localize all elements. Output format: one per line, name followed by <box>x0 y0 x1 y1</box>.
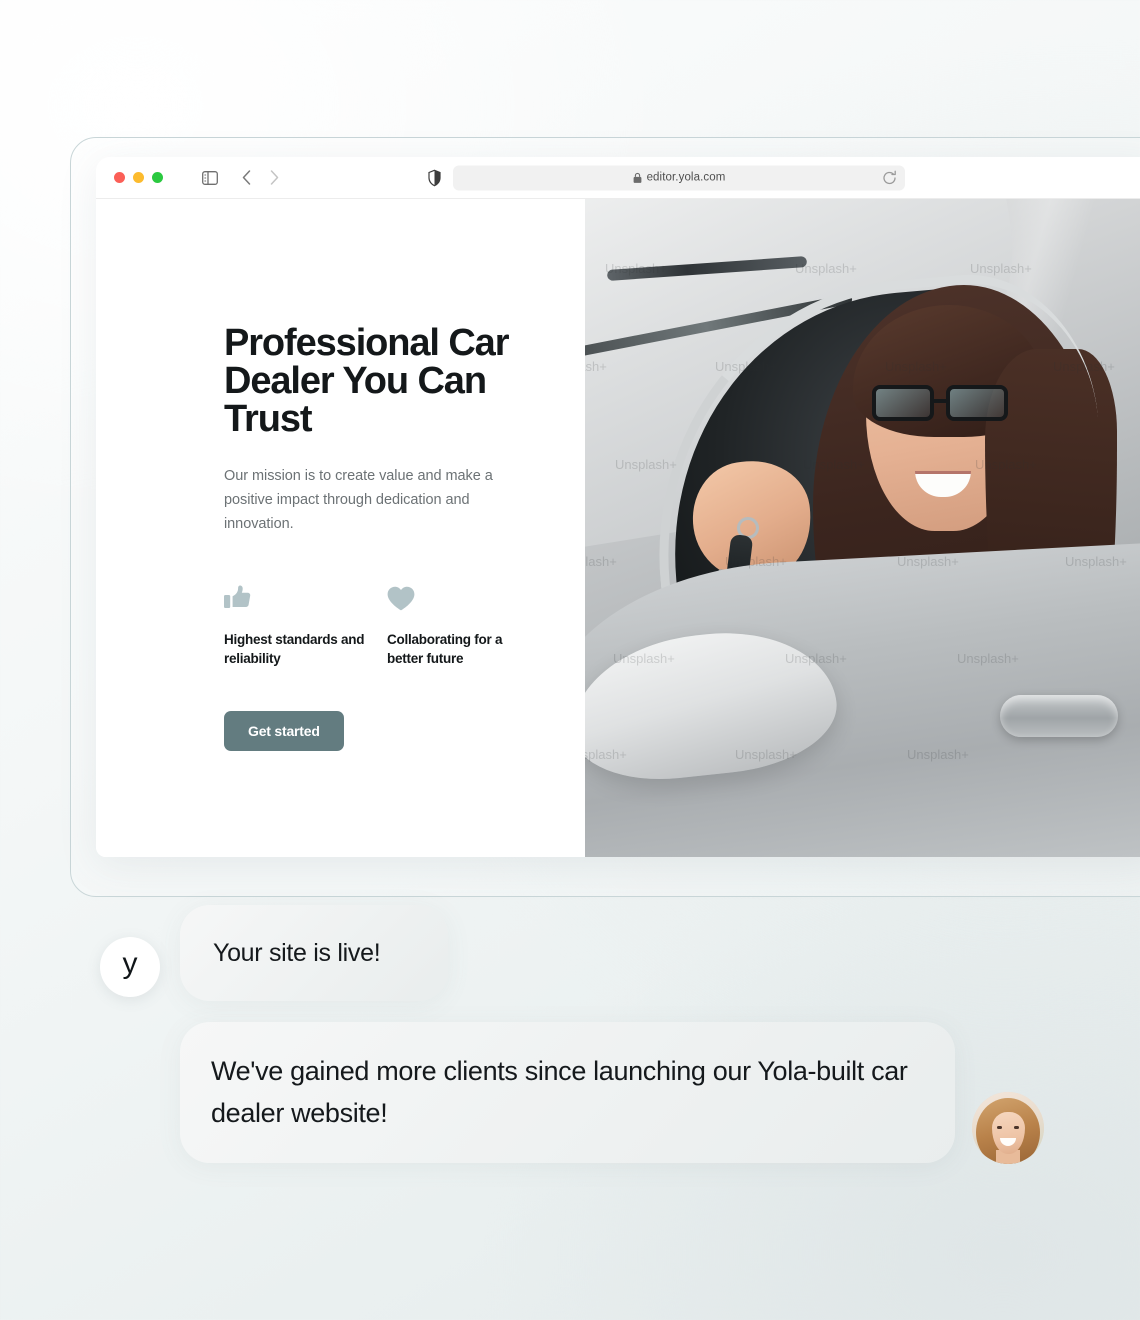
yola-logo-letter: y <box>122 947 138 980</box>
feature-list: Highest standards and reliability Collab… <box>224 581 585 669</box>
url-text: editor.yola.com <box>646 171 726 184</box>
door-handle <box>1000 695 1118 737</box>
hero-text-column: Professional Car Dealer You Can Trust Ou… <box>96 199 585 857</box>
hero-image: Unsplash+ Unsplash+ Unsplash+ Unsplash+ … <box>585 199 1140 857</box>
avatar-photo <box>972 1092 1044 1164</box>
feature-item: Collaborating for a better future <box>387 581 532 669</box>
close-window-button[interactable] <box>114 172 125 183</box>
hero-subtext: Our mission is to create value and make … <box>224 468 493 532</box>
testimonial-avatar <box>972 1092 1044 1164</box>
lock-icon <box>633 172 642 183</box>
page-title: Professional Car Dealer You Can Trust <box>224 322 510 440</box>
chat-message-text: We've gained more clients since launchin… <box>211 1055 908 1128</box>
feature-item: Highest standards and reliability <box>224 581 369 669</box>
website-preview: Professional Car Dealer You Can Trust Ou… <box>96 199 1140 857</box>
avatar-eye-left <box>997 1126 1002 1129</box>
feature-label: Highest standards and reliability <box>224 631 365 667</box>
heart-icon <box>387 581 532 611</box>
avatar-eye-right <box>1014 1126 1019 1129</box>
window-controls[interactable] <box>114 172 163 183</box>
chat-bubble-status: Your site is live! <box>180 905 448 1001</box>
thumbs-up-icon <box>224 581 369 611</box>
browser-window: editor.yola.com Professional Car Dealer … <box>96 157 1140 857</box>
back-button[interactable] <box>233 165 259 191</box>
reload-icon[interactable] <box>882 170 897 185</box>
forward-button[interactable] <box>261 165 287 191</box>
sidebar-toggle-icon[interactable] <box>197 165 223 191</box>
chat-message-text: Your site is live! <box>213 938 381 967</box>
maximize-window-button[interactable] <box>152 172 163 183</box>
minimize-window-button[interactable] <box>133 172 144 183</box>
browser-navigation <box>197 165 287 191</box>
get-started-button[interactable]: Get started <box>224 710 344 751</box>
shield-privacy-icon[interactable] <box>428 169 441 186</box>
yola-logo-avatar: y <box>100 937 160 997</box>
chat-bubble-testimonial: We've gained more clients since launchin… <box>180 1022 955 1163</box>
hero-photo: Unsplash+ Unsplash+ Unsplash+ Unsplash+ … <box>585 199 1140 857</box>
feature-label: Collaborating for a better future <box>387 631 503 667</box>
browser-toolbar: editor.yola.com <box>96 157 1140 199</box>
address-bar[interactable]: editor.yola.com <box>453 165 905 190</box>
